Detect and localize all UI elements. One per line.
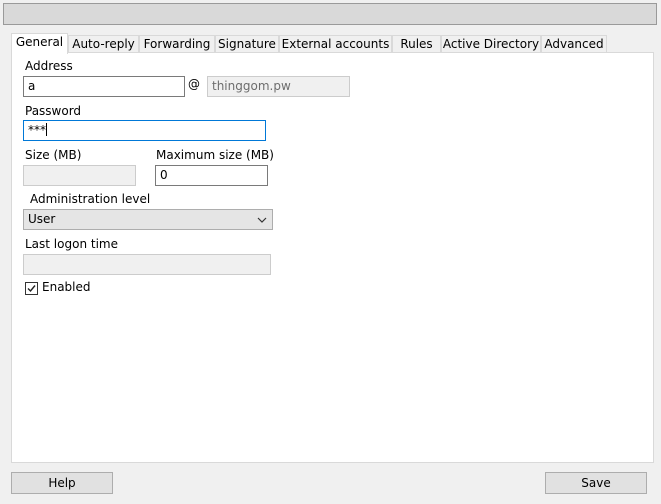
last-logon-label: Last logon time xyxy=(25,237,118,251)
enabled-checkbox[interactable] xyxy=(25,282,38,295)
tab-rules[interactable]: Rules xyxy=(392,35,441,53)
size-field xyxy=(23,165,136,186)
check-icon xyxy=(27,285,36,293)
tab-general[interactable]: General xyxy=(11,33,68,54)
at-sign: @ xyxy=(188,77,200,91)
enabled-label: Enabled xyxy=(42,280,91,294)
admin-level-select[interactable]: User xyxy=(23,209,273,230)
chevron-down-icon xyxy=(257,217,267,223)
address-label: Address xyxy=(25,59,73,73)
admin-level-label: Administration level xyxy=(30,192,151,206)
password-label: Password xyxy=(25,104,82,118)
max-size-label: Maximum size (MB) xyxy=(156,148,274,162)
tab-signature[interactable]: Signature xyxy=(215,35,279,53)
tab-active-directory[interactable]: Active Directory xyxy=(441,35,541,53)
admin-level-value: User xyxy=(28,212,56,226)
tab-forwarding[interactable]: Forwarding xyxy=(139,35,215,53)
general-panel: Address a @ thinggom.pw Password *** Siz… xyxy=(11,52,654,463)
tab-advanced[interactable]: Advanced xyxy=(541,35,607,53)
max-size-input[interactable]: 0 xyxy=(155,165,268,186)
password-value: *** xyxy=(28,123,46,137)
last-logon-field xyxy=(23,254,271,275)
address-input[interactable]: a xyxy=(23,76,185,97)
tab-auto-reply[interactable]: Auto-reply xyxy=(68,35,139,53)
text-caret xyxy=(46,123,47,136)
domain-field: thinggom.pw xyxy=(207,76,350,97)
size-label: Size (MB) xyxy=(25,148,82,162)
help-button[interactable]: Help xyxy=(11,472,113,494)
save-button[interactable]: Save xyxy=(545,472,647,494)
password-input[interactable]: *** xyxy=(23,120,266,141)
title-bar xyxy=(3,3,657,25)
tab-external-accounts[interactable]: External accounts xyxy=(279,35,392,53)
